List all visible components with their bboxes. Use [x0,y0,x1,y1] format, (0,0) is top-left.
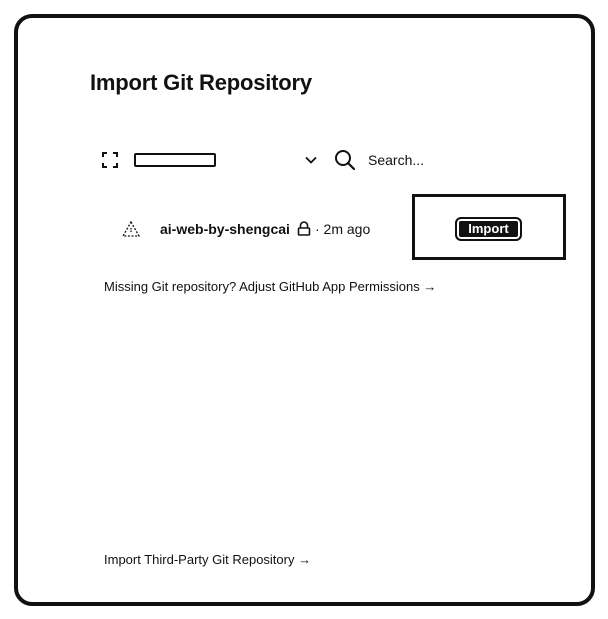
repository-name: ai-web-by-shengcai [160,221,290,237]
import-button[interactable]: Import [455,217,522,241]
chevron-down-icon[interactable] [304,153,318,167]
search-field[interactable] [334,144,534,176]
account-select[interactable] [134,144,317,176]
repository-row: ai-web-by-shengcai · 2m ago Import [102,194,572,262]
repository-updated-time: · 2m ago [315,221,371,237]
page-title: Import Git Repository [90,70,312,95]
scope-frame-icon [102,152,118,168]
repo-triangle-icon [121,220,141,237]
adjust-permissions-link[interactable]: Missing Git repository? Adjust GitHub Ap… [104,279,436,294]
repository-toolbar [102,144,542,176]
search-input[interactable] [368,148,528,172]
import-repository-card: Import Git Repository Search... ai-web-b… [14,14,595,606]
lock-icon [297,221,311,236]
import-third-party-link[interactable]: Import Third-Party Git Repository → [104,552,311,567]
search-icon [334,149,356,171]
import-button-highlight: Import [412,194,566,260]
account-select-value [134,153,216,167]
